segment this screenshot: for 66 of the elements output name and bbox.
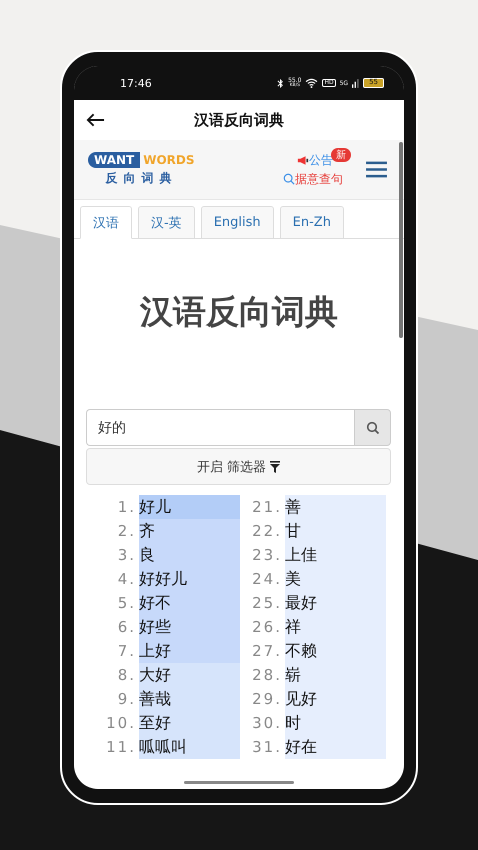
result-number: 8. (116, 666, 137, 684)
result-word[interactable]: 至好 (139, 711, 240, 735)
result-word[interactable]: 善哉 (139, 687, 240, 711)
menu-icon[interactable] (365, 160, 388, 179)
result-number: 7. (116, 642, 137, 660)
site-logo[interactable]: WANT WORDS 反向词典 (88, 152, 194, 187)
result-number: 25. (251, 594, 283, 612)
page-heading: 汉语反向词典 (140, 290, 338, 332)
app-title: 汉语反向词典 (194, 110, 284, 130)
result-word[interactable]: 善 (285, 495, 386, 519)
result-number: 2. (116, 522, 137, 540)
language-tab[interactable]: 汉-英 (138, 206, 195, 239)
result-word[interactable]: 见好 (285, 687, 386, 711)
result-number: 1. (116, 498, 137, 516)
result-word[interactable]: 好不 (139, 591, 240, 615)
filter-icon (270, 460, 280, 472)
result-word[interactable]: 时 (285, 711, 386, 735)
search-icon (366, 420, 380, 434)
result-word[interactable]: 美 (285, 567, 386, 591)
language-tab[interactable]: English (200, 206, 274, 239)
signal-icon (352, 78, 360, 88)
result-word[interactable]: 大好 (139, 663, 240, 687)
language-tab[interactable]: En-Zh (280, 206, 344, 239)
back-arrow-icon[interactable] (86, 112, 105, 128)
language-tab[interactable]: 汉语 (80, 206, 132, 239)
result-word[interactable]: 崭 (285, 663, 386, 687)
result-number: 21. (251, 498, 283, 516)
result-number: 4. (116, 570, 137, 588)
result-word[interactable]: 好些 (139, 615, 240, 639)
search-button[interactable] (354, 409, 391, 446)
result-word[interactable]: 好好儿 (139, 567, 240, 591)
wifi-icon (305, 78, 318, 88)
result-word[interactable]: 好在 (285, 735, 386, 759)
result-number: 23. (251, 546, 283, 564)
result-word[interactable]: 祥 (285, 615, 386, 639)
result-word[interactable]: 良 (139, 543, 240, 567)
search-field[interactable]: 好的 (86, 409, 354, 446)
result-number: 29. (251, 690, 283, 708)
result-word[interactable]: 齐 (139, 519, 240, 543)
result-number: 24. (251, 570, 283, 588)
result-word[interactable]: 最好 (285, 591, 386, 615)
result-number: 31. (251, 738, 283, 756)
result-number: 11. (105, 738, 137, 756)
result-word[interactable]: 上佳 (285, 543, 386, 567)
new-badge: 新 (331, 148, 351, 162)
result-number: 22. (251, 522, 283, 540)
result-number: 5. (116, 594, 137, 612)
result-word[interactable]: 甘 (285, 519, 386, 543)
result-number: 27. (251, 642, 283, 660)
result-number: 3. (116, 546, 137, 564)
result-number: 30. (251, 714, 283, 732)
filter-button[interactable]: 开启 筛选器 (86, 448, 391, 485)
result-word[interactable]: 好儿 (139, 495, 240, 519)
result-number: 10. (105, 714, 137, 732)
result-word[interactable]: 上好 (139, 639, 240, 663)
status-time: 17:46 (120, 76, 152, 90)
result-number: 26. (251, 618, 283, 636)
result-number: 28. (251, 666, 283, 684)
result-word[interactable]: 呱呱叫 (139, 735, 240, 759)
result-number: 6. (116, 618, 137, 636)
bluetooth-icon (277, 78, 284, 88)
search-icon (283, 173, 295, 185)
query-link[interactable]: 据意查句 (295, 170, 343, 188)
result-number: 9. (116, 690, 137, 708)
result-word[interactable]: 不赖 (285, 639, 386, 663)
megaphone-icon (297, 154, 309, 166)
